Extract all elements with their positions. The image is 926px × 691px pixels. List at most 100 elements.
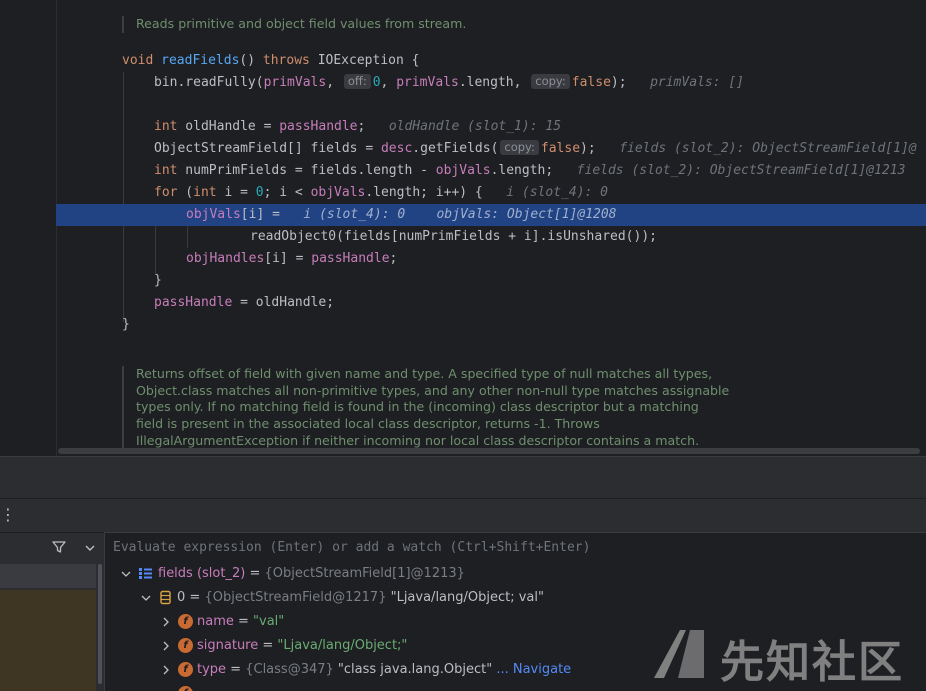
field-icon: f xyxy=(178,614,193,629)
chevron-down-icon[interactable] xyxy=(121,569,131,579)
code-text: bin.readFully( xyxy=(154,75,264,90)
variable-value: "Ljava/lang/Object; val" xyxy=(386,590,544,605)
inline-debug-value: i (slot_4): 0 xyxy=(506,185,608,200)
doc-comment-bottom: Returns offset of field with given name … xyxy=(122,366,729,450)
frame-item-library[interactable] xyxy=(0,590,96,691)
frames-header xyxy=(0,532,104,562)
code-line-4[interactable]: ObjectStreamField[] fields = desc.getFie… xyxy=(0,138,926,160)
frames-scrollbar-thumb[interactable] xyxy=(98,564,102,684)
code-line-1[interactable]: void readFields() throws IOException { xyxy=(0,50,926,72)
chevron-down-icon[interactable] xyxy=(84,542,96,554)
code-text: ( xyxy=(177,185,194,200)
variable-equals: = xyxy=(258,638,278,653)
code-text: [i] = xyxy=(264,251,312,266)
field-icon: f xyxy=(178,662,193,677)
inline-debug-value: primVals: [] xyxy=(650,75,744,90)
keyword: int xyxy=(154,119,178,134)
variable-value: "Ljava/lang/Object;" xyxy=(277,638,408,653)
field-ref: passHandle xyxy=(279,119,358,134)
field-icon: f xyxy=(178,638,193,653)
variable-type: {Class@347} xyxy=(245,662,334,677)
evaluate-expression-bar xyxy=(104,532,926,562)
variable-equals: = xyxy=(226,662,246,677)
code-text: , xyxy=(326,75,335,90)
param-hint-chip: off: xyxy=(343,74,371,89)
navigate-link[interactable]: ... Navigate xyxy=(492,662,571,677)
code-line-12[interactable]: } xyxy=(0,314,926,336)
field-ref: objVals xyxy=(186,207,241,222)
current-execution-line[interactable]: objVals[i] = i (slot_4): 0 objVals: Obje… xyxy=(56,204,926,226)
variable-name: type xyxy=(197,662,227,677)
variable-name: name xyxy=(197,614,234,629)
code-line-10[interactable]: } xyxy=(0,270,926,292)
code-line-8[interactable]: readObject0(fields[numPrimFields + i].is… xyxy=(0,226,926,248)
code-line-9[interactable]: objHandles[i] = passHandle; xyxy=(0,248,926,270)
field-ref: primVals xyxy=(263,75,327,90)
code-text: , xyxy=(380,75,397,90)
doc-comment-text: Returns offset of field with given name … xyxy=(136,366,713,381)
code-line-2[interactable]: bin.readFully(primVals, off: 0, primVals.… xyxy=(0,72,926,94)
code-line-5[interactable]: int numPrimFields = fields.length - objV… xyxy=(0,160,926,182)
doc-comment-top: Reads primitive and object field values … xyxy=(122,16,466,33)
more-options-icon[interactable]: ⋮ xyxy=(0,505,16,524)
code-text: oldHandle = xyxy=(177,119,280,134)
evaluate-expression-input[interactable] xyxy=(105,533,925,562)
doc-comment-text: Object.class matches all non-primitive t… xyxy=(136,382,730,398)
watermark-text: 先知社区 xyxy=(720,637,904,688)
keyword: throws xyxy=(262,53,310,68)
chevron-right-icon[interactable] xyxy=(161,665,171,675)
code-text: ; xyxy=(357,119,366,134)
chevron-right-icon[interactable] xyxy=(161,641,171,651)
code-text: ; i < xyxy=(263,185,311,200)
code-line-3[interactable]: int oldHandle = passHandle; oldHandle (s… xyxy=(0,116,926,138)
code-text: .length; i++) { xyxy=(365,185,483,200)
code-line-11[interactable]: passHandle = oldHandle; xyxy=(0,292,926,314)
inline-debug-value: fields (slot_2): ObjectStreamField[1]@12… xyxy=(576,163,906,178)
frames-list[interactable] xyxy=(0,562,104,691)
field-ref: primVals xyxy=(396,75,459,90)
variable-equals: = xyxy=(233,614,254,629)
variable-name: fields (slot_2) xyxy=(158,566,246,581)
code-text: () xyxy=(239,53,263,68)
array-icon xyxy=(139,568,152,579)
debug-tabs-strip xyxy=(0,456,926,498)
field-icon: f xyxy=(178,686,193,691)
code-text: numPrimFields = fields.length - xyxy=(177,163,436,178)
code-text: readObject0(fields[numPrimFields + i].is… xyxy=(250,229,657,244)
code-text: = oldHandle; xyxy=(232,295,335,310)
code-text: ); xyxy=(580,141,596,156)
inline-debug-value: oldHandle (slot_1): 15 xyxy=(388,119,562,134)
code-text: .length; xyxy=(490,163,554,178)
horizontal-scrollbar[interactable] xyxy=(58,448,920,454)
chevron-down-icon[interactable] xyxy=(141,593,151,603)
variable-row[interactable]: 0 = {ObjectStreamField@1217} "Ljava/lang… xyxy=(105,586,925,610)
field-ref: desc xyxy=(380,141,413,156)
code-text: i = xyxy=(216,185,256,200)
code-text: ); xyxy=(610,75,627,90)
variable-row[interactable]: fields (slot_2) = {ObjectStreamField[1]@… xyxy=(105,562,925,586)
doc-comment-text: field is present in the associated local… xyxy=(136,416,600,432)
keyword: false xyxy=(571,75,611,90)
param-hint-chip: copy: xyxy=(500,140,539,155)
frame-item-selected[interactable] xyxy=(0,564,96,588)
chevron-right-icon[interactable] xyxy=(161,617,171,627)
code-editor[interactable]: Reads primitive and object field values … xyxy=(0,0,926,456)
field-ref: objHandles xyxy=(186,251,265,266)
code-line-6[interactable]: for (int i = 0; i < objVals.length; i++)… xyxy=(0,182,926,204)
field-ref: passHandle xyxy=(154,295,233,310)
inline-debug-value: i (slot_4): 0 xyxy=(303,207,406,222)
variable-name: signature xyxy=(197,638,259,653)
doc-comment-text: IllegalArgumentException if neither inco… xyxy=(136,432,700,448)
keyword: for xyxy=(154,185,178,200)
code-text: [i] = xyxy=(240,207,288,222)
filter-icon[interactable] xyxy=(52,540,66,554)
keyword: int xyxy=(154,163,178,178)
code-text: .length, xyxy=(458,75,522,90)
variable-type: {ObjectStreamField@1217} xyxy=(204,590,387,605)
field-ref: passHandle xyxy=(311,251,390,266)
keyword: false xyxy=(540,141,581,156)
code-text: ObjectStreamField[] fields = xyxy=(154,141,381,156)
debug-toolbar: ⋮ xyxy=(0,498,926,532)
code-text: } xyxy=(154,273,162,288)
variable-equals: = xyxy=(245,566,265,581)
